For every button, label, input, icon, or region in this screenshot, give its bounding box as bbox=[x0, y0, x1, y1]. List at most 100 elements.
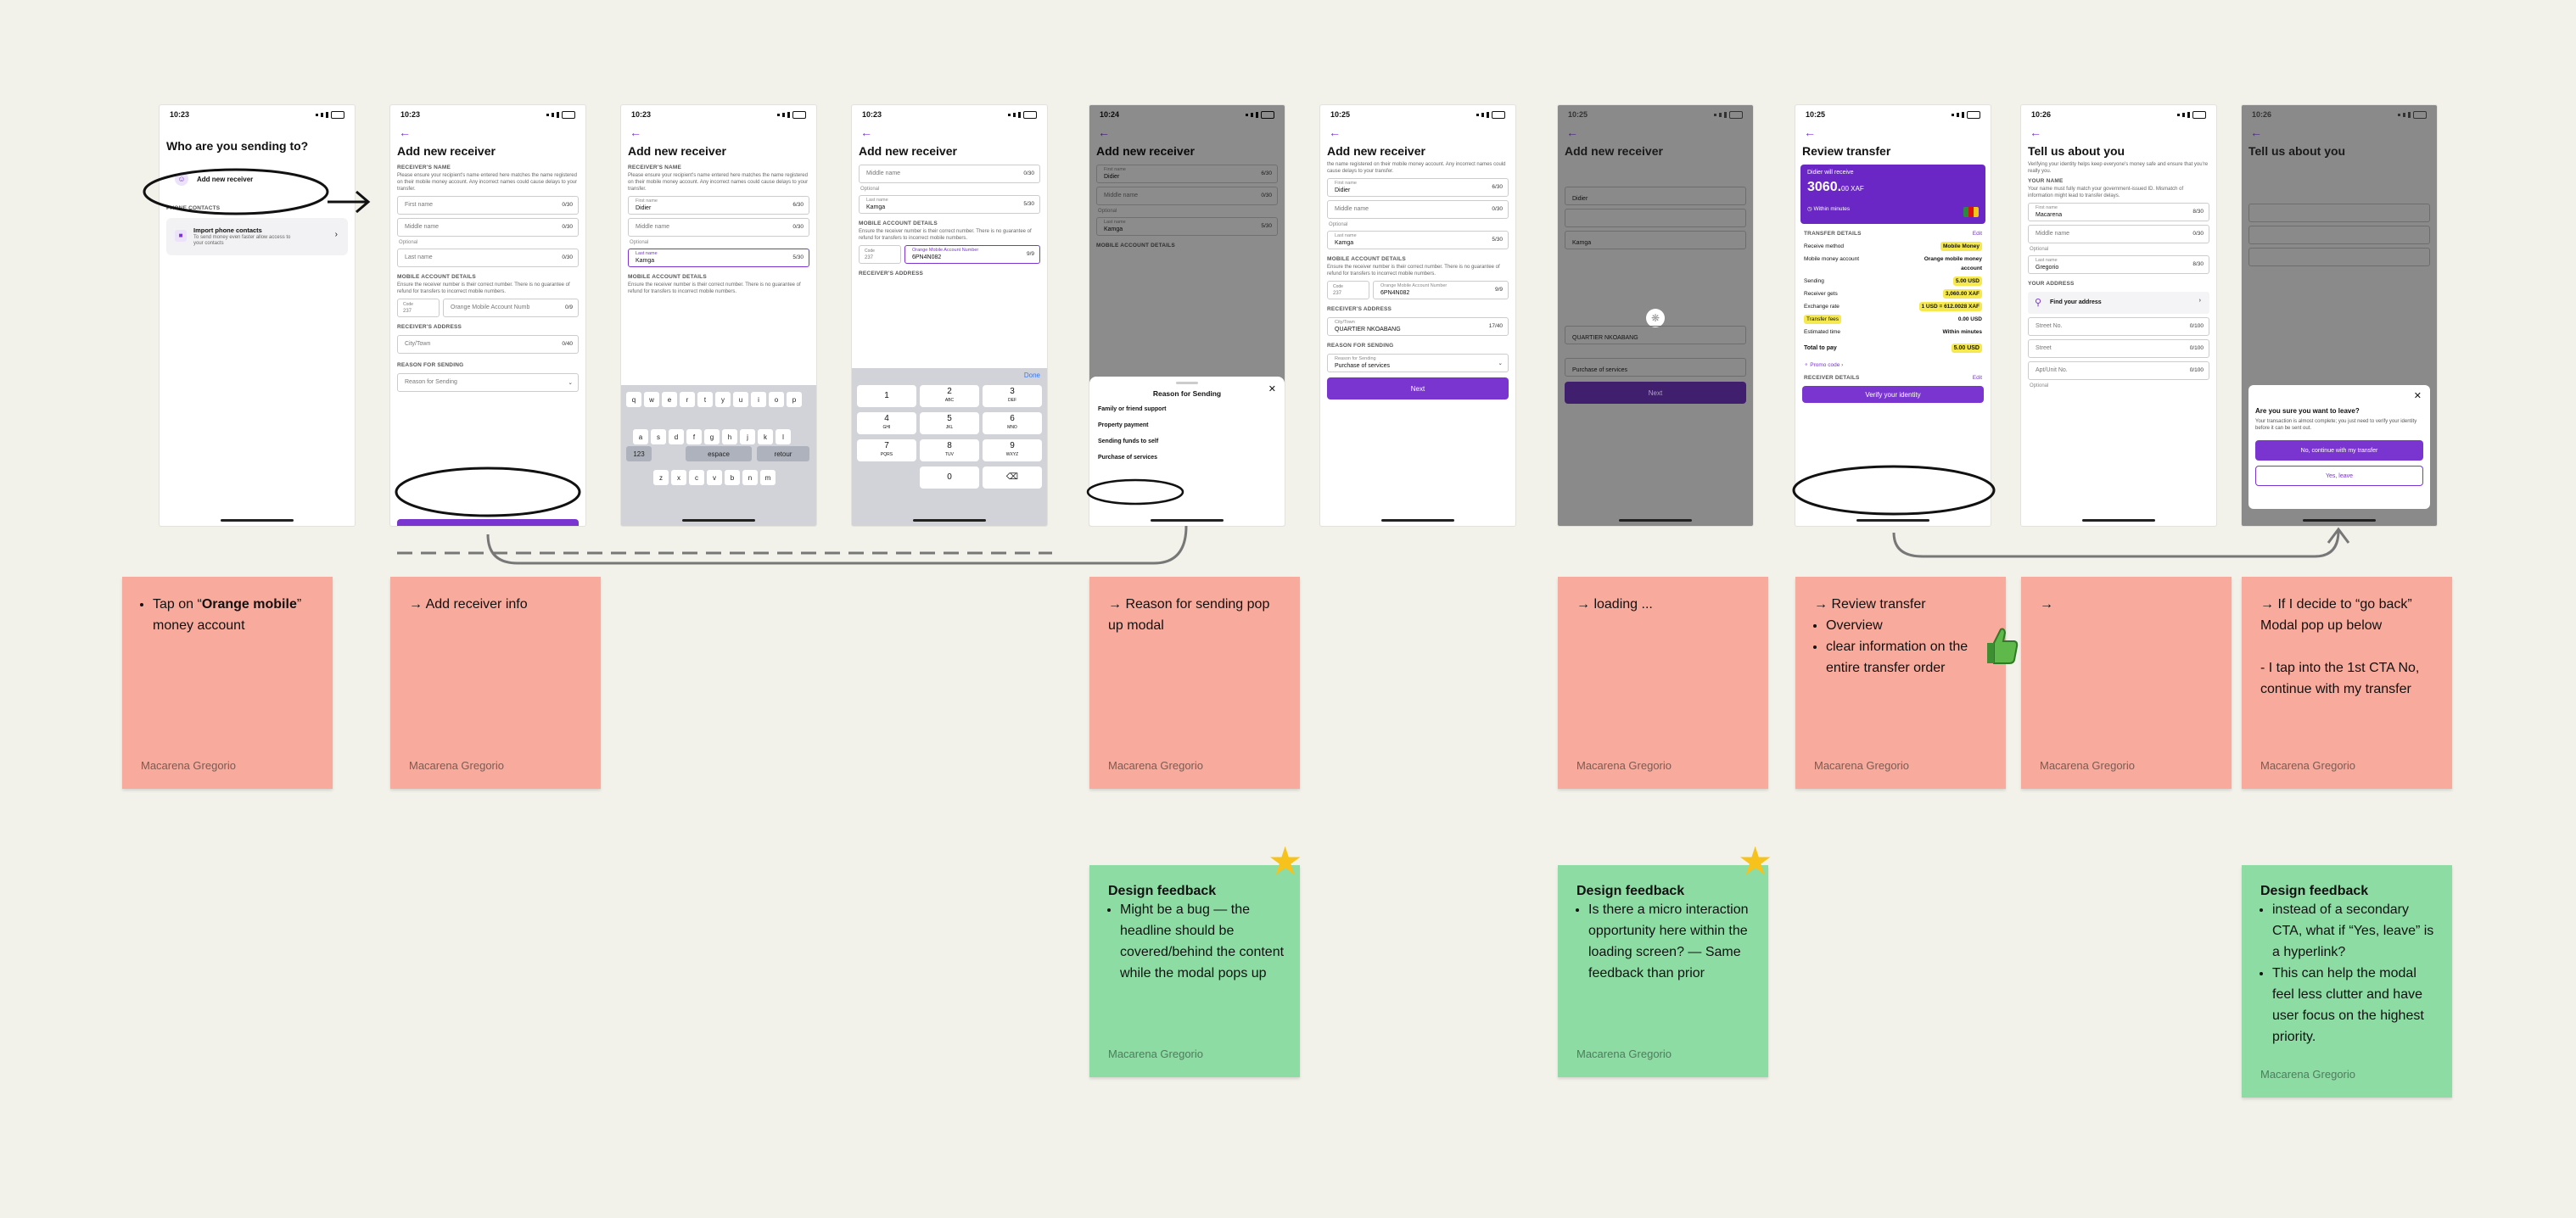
first-name-field[interactable]: First name Macarena 8/30 bbox=[2028, 203, 2209, 221]
find-address-button[interactable]: ⚲ Find your address › bbox=[2028, 292, 2209, 314]
numpad-key[interactable]: 5 JKL bbox=[920, 412, 979, 434]
numpad-key[interactable]: 7 PQRS bbox=[857, 439, 916, 461]
numpad-key[interactable]: 6 MNO bbox=[983, 412, 1042, 434]
key-v[interactable]: v bbox=[707, 470, 722, 485]
numpad-key[interactable]: 0 bbox=[920, 467, 979, 489]
country-code-field[interactable]: Code 237 bbox=[1327, 281, 1369, 299]
numpad-key[interactable]: 8 TUV bbox=[920, 439, 979, 461]
yes-leave-button[interactable]: Yes, leave bbox=[2255, 466, 2423, 486]
country-code-field[interactable]: Code 237 bbox=[397, 299, 440, 317]
edit-link[interactable]: Edit bbox=[1973, 229, 1982, 238]
key-numbers[interactable]: 123 bbox=[626, 446, 652, 461]
back-arrow-icon[interactable]: ← bbox=[1795, 124, 1991, 141]
mobile-number-field[interactable]: Orange Mobile Account Number 6PN4N082 9/9 bbox=[1373, 281, 1509, 299]
next-button-partial[interactable] bbox=[397, 519, 579, 526]
import-contacts-row[interactable]: ■ Import phone contacts To send money ev… bbox=[166, 218, 348, 255]
transfer-details-list: Receive method Mobile Money Mobile money a… bbox=[1795, 240, 1991, 338]
key-l[interactable]: l bbox=[776, 429, 791, 444]
done-button[interactable]: Done bbox=[1024, 372, 1040, 379]
numpad-key[interactable]: 2 ABC bbox=[920, 385, 979, 407]
country-code-field[interactable]: Code 237 bbox=[859, 245, 901, 264]
key-i[interactable]: i bbox=[751, 392, 766, 407]
reason-select[interactable]: Reason for Sending ⌄ bbox=[397, 373, 579, 392]
key-d[interactable]: d bbox=[669, 429, 684, 444]
back-arrow-icon[interactable]: ← bbox=[1320, 124, 1515, 141]
number-pad[interactable]: Done 1 2 ABC 3 DEF 4 GHI 5 JKL 6 MNO 7 PQRS 8 TUV 9 WXYZ… bbox=[852, 368, 1047, 526]
key-z[interactable]: z bbox=[653, 470, 669, 485]
key-p[interactable]: p bbox=[787, 392, 802, 407]
section-mobile-details: MOBILE ACCOUNT DETAILS bbox=[1327, 256, 1406, 262]
city-field[interactable]: City/Town 0/40 bbox=[397, 335, 579, 354]
reason-option[interactable]: Family or friend support bbox=[1089, 401, 1285, 417]
last-name-field[interactable]: Last name Gregorio 8/30 bbox=[2028, 255, 2209, 274]
middle-name-field[interactable]: Middle name 0/30 bbox=[2028, 225, 2209, 243]
sticky-note-review: → Review transfer Overview clear informa… bbox=[1795, 577, 2006, 789]
back-arrow-icon[interactable]: ← bbox=[390, 124, 585, 141]
reason-option-selected[interactable]: Purchase of services bbox=[1089, 450, 1285, 466]
keyboard[interactable]: q w e r t y u i o p a s d f g h j k l z x c v b n m 123 espace retou… bbox=[621, 385, 816, 526]
reason-option[interactable]: Property payment bbox=[1089, 417, 1285, 433]
numpad-key[interactable] bbox=[857, 467, 916, 489]
street-field[interactable]: Street 0/100 bbox=[2028, 339, 2209, 358]
apt-unit-field[interactable]: Apt/Unit No. 0/100 bbox=[2028, 361, 2209, 380]
back-arrow-icon[interactable]: ← bbox=[2021, 124, 2216, 141]
key-space[interactable]: espace bbox=[686, 446, 752, 461]
key-r[interactable]: r bbox=[680, 392, 695, 407]
reason-option[interactable]: Sending funds to self bbox=[1089, 433, 1285, 450]
verify-identity-button[interactable]: Verify your identity bbox=[1802, 386, 1984, 403]
key-a[interactable]: a bbox=[633, 429, 648, 444]
key-e[interactable]: e bbox=[662, 392, 677, 407]
middle-name-field[interactable]: Middle name 0/30 bbox=[859, 165, 1040, 183]
note-author: Macarena Gregorio bbox=[2260, 1068, 2355, 1081]
back-arrow-icon[interactable]: ← bbox=[621, 124, 816, 141]
back-arrow-icon[interactable]: ← bbox=[852, 124, 1047, 141]
key-q[interactable]: q bbox=[626, 392, 641, 407]
key-return[interactable]: retour bbox=[757, 446, 809, 461]
key-n[interactable]: n bbox=[742, 470, 758, 485]
edit-link[interactable]: Edit bbox=[1973, 373, 1982, 383]
add-new-receiver-button[interactable]: ☺ Add new receiver bbox=[166, 165, 348, 193]
key-b[interactable]: b bbox=[725, 470, 740, 485]
key-g[interactable]: g bbox=[704, 429, 720, 444]
reason-select[interactable]: Reason for Sending Purchase of services ⌄ bbox=[1327, 354, 1509, 372]
key-j[interactable]: j bbox=[740, 429, 755, 444]
last-name-field[interactable]: Last name Kamga 5/30 bbox=[859, 195, 1040, 214]
last-name-field[interactable]: Last name 0/30 bbox=[397, 249, 579, 267]
key-s[interactable]: s bbox=[651, 429, 666, 444]
city-field[interactable]: City/Town QUARTIER NKOABANG 17/40 bbox=[1327, 317, 1509, 336]
numpad-key[interactable]: 4 GHI bbox=[857, 412, 916, 434]
mobile-number-field[interactable]: Orange Mobile Account Number 6PN4N082 9/9 bbox=[904, 245, 1040, 264]
key-y[interactable]: y bbox=[715, 392, 731, 407]
key-x[interactable]: x bbox=[671, 470, 686, 485]
key-m[interactable]: m bbox=[760, 470, 776, 485]
first-name-field[interactable]: First name Didier 6/30 bbox=[1327, 178, 1509, 197]
last-name-field[interactable]: Last name Kamga 5/30 bbox=[628, 249, 809, 267]
continue-transfer-button[interactable]: No, continue with my transfer bbox=[2255, 440, 2423, 461]
key-w[interactable]: w bbox=[644, 392, 659, 407]
mobile-number-field[interactable]: Orange Mobile Account Numb 0/9 bbox=[443, 299, 579, 317]
first-name-field[interactable]: First name Didier 6/30 bbox=[628, 196, 809, 215]
close-icon[interactable]: ✕ bbox=[1268, 383, 1276, 394]
numpad-key[interactable]: 9 WXYZ bbox=[983, 439, 1042, 461]
status-bar: 10:26 bbox=[2021, 105, 2216, 124]
key-h[interactable]: h bbox=[722, 429, 737, 444]
key-u[interactable]: u bbox=[733, 392, 748, 407]
middle-name-field[interactable]: Middle name 0/30 bbox=[628, 218, 809, 237]
numpad-key[interactable]: ⌫ bbox=[983, 467, 1042, 489]
middle-name-field[interactable]: Middle name 0/30 bbox=[1327, 200, 1509, 219]
key-f[interactable]: f bbox=[686, 429, 702, 444]
key-o[interactable]: o bbox=[769, 392, 784, 407]
middle-name-field[interactable]: Middle name 0/30 bbox=[397, 218, 579, 237]
first-name-field[interactable]: First name 0/30 bbox=[397, 196, 579, 215]
key-c[interactable]: c bbox=[689, 470, 704, 485]
key-t[interactable]: t bbox=[697, 392, 713, 407]
numpad-key[interactable]: 1 bbox=[857, 385, 916, 407]
tag-icon: ⚬ bbox=[1804, 362, 1809, 368]
street-number-field[interactable]: Street No. 0/100 bbox=[2028, 317, 2209, 336]
numpad-key[interactable]: 3 DEF bbox=[983, 385, 1042, 407]
last-name-field[interactable]: Last name Kamga 5/30 bbox=[1327, 231, 1509, 249]
key-k[interactable]: k bbox=[758, 429, 773, 444]
next-button[interactable]: Next bbox=[1327, 377, 1509, 399]
close-icon[interactable]: ✕ bbox=[2414, 390, 2422, 401]
promo-code-link[interactable]: ⚬ Promo code › bbox=[1795, 355, 1991, 370]
